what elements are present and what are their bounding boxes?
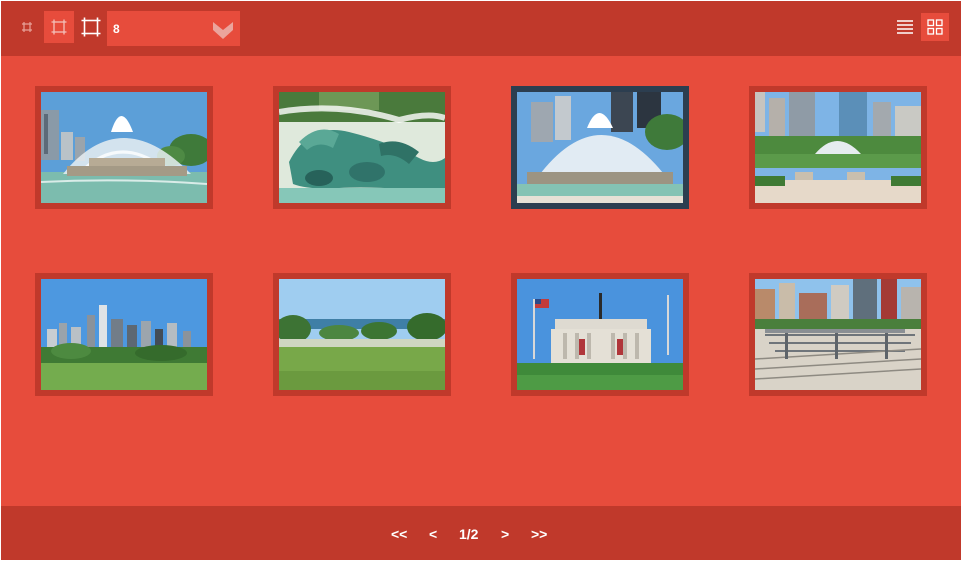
- thumbnail-garden-benches[interactable]: [749, 86, 927, 209]
- toolbar: 8: [1, 1, 961, 56]
- thumbnail-lakefront-lawn[interactable]: [273, 273, 451, 396]
- thumbnail-fountain-skyline[interactable]: [35, 86, 213, 209]
- thumbnail-museum-facade[interactable]: [511, 273, 689, 396]
- thumbnail-rail-yard[interactable]: [749, 273, 927, 396]
- list-view-button[interactable]: [891, 13, 919, 41]
- fountain-skyline-photo: [41, 92, 207, 203]
- items-per-page-select[interactable]: 8: [107, 11, 240, 46]
- small-thumbnail-size-icon: [22, 22, 32, 32]
- list-view-icon: [897, 20, 913, 34]
- thumbnail-city-skyline[interactable]: [35, 273, 213, 396]
- first-page-button[interactable]: <<: [391, 526, 407, 542]
- rail-yard-photo: [755, 279, 921, 390]
- seahorse-sculpture-photo: [279, 92, 445, 203]
- grid-view-icon: [927, 19, 943, 35]
- medium-thumbnail-size-icon: [51, 19, 67, 35]
- gallery-app: 8 << < 1/2 > >>: [1, 1, 961, 560]
- large-thumbnail-size-icon: [81, 17, 101, 37]
- thumbnail-fountain-towers[interactable]: [511, 86, 689, 209]
- grid-view-button[interactable]: [921, 13, 949, 41]
- museum-facade-photo: [517, 279, 683, 390]
- small-thumbnail-size-button[interactable]: [12, 11, 42, 43]
- page-indicator: 1/2: [459, 526, 479, 542]
- lakefront-lawn-photo: [279, 279, 445, 390]
- chevron-down-icon: [213, 22, 233, 39]
- thumbnail-seahorse-sculpture[interactable]: [273, 86, 451, 209]
- items-per-page-value: 8: [113, 22, 120, 36]
- fountain-towers-photo: [517, 92, 683, 203]
- pagination: << < 1/2 > >>: [1, 506, 961, 560]
- garden-benches-photo: [755, 92, 921, 203]
- large-thumbnail-size-button[interactable]: [76, 11, 106, 43]
- previous-page-button[interactable]: <: [429, 526, 437, 542]
- last-page-button[interactable]: >>: [531, 526, 547, 542]
- next-page-button[interactable]: >: [501, 526, 509, 542]
- medium-thumbnail-size-button[interactable]: [44, 11, 74, 43]
- thumbnail-grid: [1, 56, 961, 506]
- city-skyline-photo: [41, 279, 207, 390]
